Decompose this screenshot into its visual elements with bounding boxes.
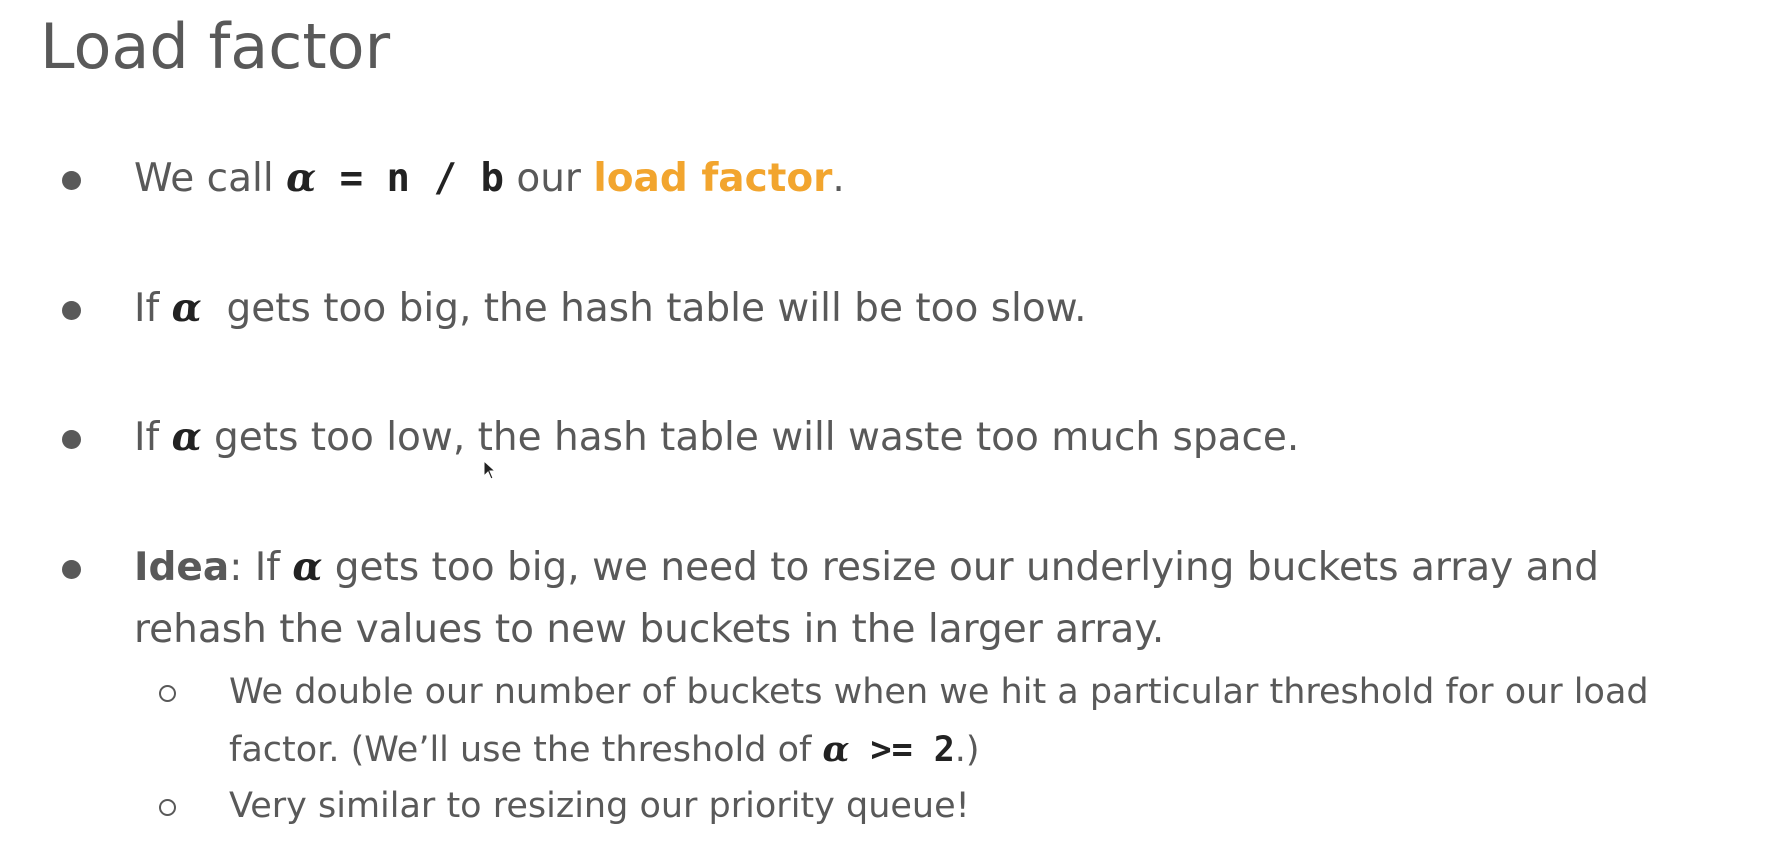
sub-bullet-ring-icon xyxy=(159,685,176,702)
bullet-dot-icon xyxy=(62,301,81,320)
bullet-too-big: If α gets too big, the hash table will b… xyxy=(62,276,1734,341)
bullet-text: We call xyxy=(134,156,287,201)
alpha-symbol: α xyxy=(171,414,202,460)
sub-bullet-text: We double our number of buckets when we … xyxy=(229,672,1649,712)
sub-bullet-priority-queue: Very similar to resizing our priority qu… xyxy=(159,778,970,835)
bullet-text: gets too low, the hash table will waste … xyxy=(201,415,1300,460)
alpha-symbol: α xyxy=(822,729,850,770)
bullet-load-factor-definition: We call α = n / b our load factor. xyxy=(62,146,1734,211)
sub-bullet-double-buckets: We double our number of buckets when we … xyxy=(159,664,1649,721)
alpha-symbol: α xyxy=(286,155,317,201)
alpha-symbol: α xyxy=(292,544,323,590)
idea-label: Idea xyxy=(134,545,230,590)
sub-bullet-text: factor. (We’ll use the threshold of xyxy=(229,730,823,770)
mouse-cursor-icon xyxy=(483,459,497,480)
threshold-code: >= 2 xyxy=(849,730,955,770)
bullet-text: : If xyxy=(229,545,293,590)
sub-bullet-double-buckets-continuation: factor. (We’ll use the threshold of α >=… xyxy=(229,721,980,779)
sub-bullet-text: .) xyxy=(954,730,980,770)
bullet-dot-icon xyxy=(62,171,81,190)
bullet-text: . xyxy=(832,156,845,201)
bullet-text: gets too big, we need to resize our unde… xyxy=(322,545,1599,590)
alpha-symbol: α xyxy=(171,285,202,331)
bullet-idea-continuation: rehash the values to new buckets in the … xyxy=(134,598,1734,662)
bullet-text: gets too big, the hash table will be too… xyxy=(201,286,1087,331)
formula-code: = n / b xyxy=(316,156,504,201)
bullet-text: If xyxy=(134,286,172,331)
bullet-idea: Idea: If α gets too big, we need to resi… xyxy=(62,535,1734,600)
bullet-text: our xyxy=(503,156,594,201)
bullet-text: rehash the values to new buckets in the … xyxy=(134,607,1165,652)
bullet-list: We call α = n / b our load factor. If α … xyxy=(0,0,1782,848)
bullet-text: If xyxy=(134,415,172,460)
sub-bullet-ring-icon xyxy=(159,799,176,816)
sub-bullet-text: Very similar to resizing our priority qu… xyxy=(229,786,970,826)
bullet-dot-icon xyxy=(62,430,81,449)
bullet-too-low: If α gets too low, the hash table will w… xyxy=(62,405,1734,470)
load-factor-highlight: load factor xyxy=(593,156,833,201)
bullet-dot-icon xyxy=(62,560,81,579)
